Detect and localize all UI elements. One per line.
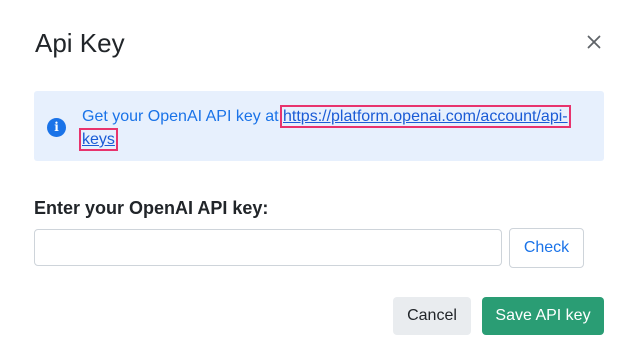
close-button[interactable] xyxy=(582,30,606,54)
close-icon xyxy=(587,35,601,49)
api-key-label: Enter your OpenAI API key: xyxy=(34,198,269,218)
dialog-title: Api Key xyxy=(35,28,125,58)
alert-text-prefix: Get your OpenAI API key at xyxy=(82,108,283,125)
info-icon: i xyxy=(47,118,66,137)
save-api-key-button[interactable]: Save API key xyxy=(482,297,604,335)
alert-message: Get your OpenAI API key at https://platf… xyxy=(79,105,592,151)
check-button[interactable]: Check xyxy=(509,228,584,268)
cancel-button[interactable]: Cancel xyxy=(393,297,471,335)
info-alert: i Get your OpenAI API key at https://pla… xyxy=(34,91,604,161)
api-key-dialog: Api Key i Get your OpenAI API key at htt… xyxy=(0,0,640,344)
api-key-input[interactable] xyxy=(34,229,502,266)
